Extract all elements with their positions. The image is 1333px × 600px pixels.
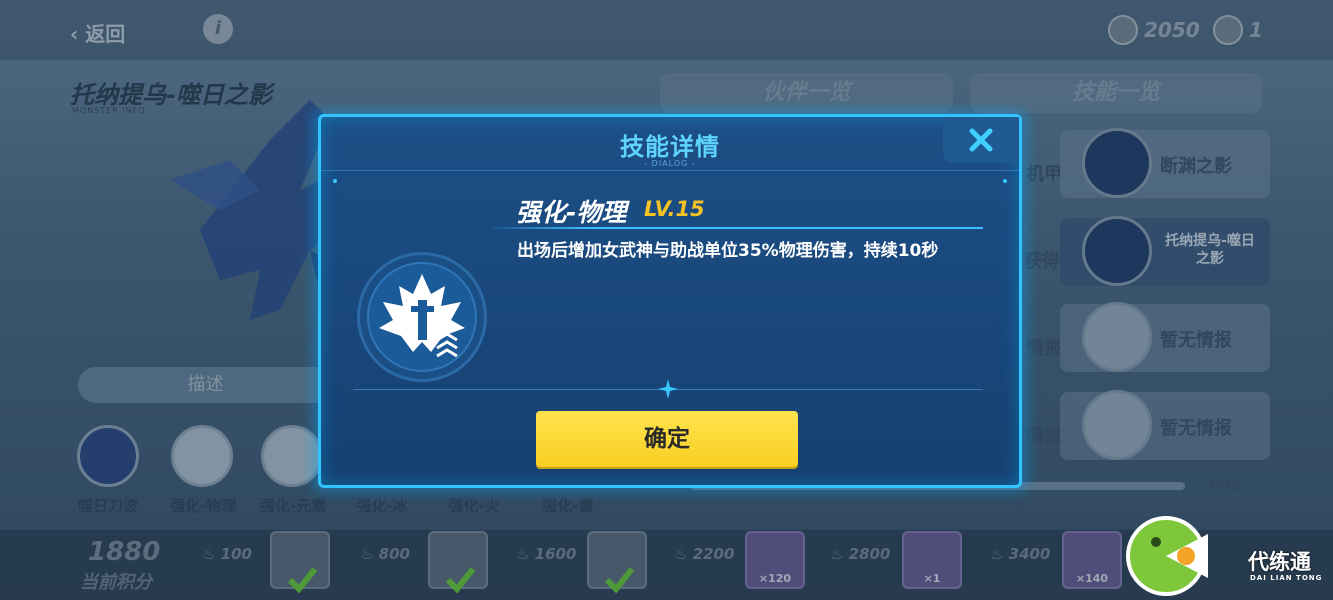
watermark-text: 代练通 DAI LIAN TONG xyxy=(1210,546,1325,590)
skill-description: 出场后增加女武神与助战单位35%物理伤害，持续10秒 xyxy=(517,241,939,261)
corner-dot xyxy=(1003,179,1007,183)
dialog-title: 技能详情 xyxy=(620,133,720,161)
sparkle-icon xyxy=(658,379,678,399)
sword-maple-leaf-icon xyxy=(379,274,465,358)
close-x-icon xyxy=(969,128,993,152)
close-button[interactable] xyxy=(943,117,1019,163)
watermark-logo-icon xyxy=(1126,516,1208,596)
confirm-button[interactable]: 确定 xyxy=(536,411,798,467)
skill-level: LV.15 xyxy=(644,197,705,221)
skill-name: 强化-物理 xyxy=(516,198,627,227)
watermark-cn: 代练通 xyxy=(1248,550,1311,574)
watermark-en: DAI LIAN TONG xyxy=(1250,574,1323,582)
dialog-subtitle: - DIALOG - xyxy=(644,159,696,168)
skill-detail-dialog: 技能详情 - DIALOG - 强化-物理 LV.15 出场后增加女武神与助战单… xyxy=(318,114,1022,488)
title-underline xyxy=(493,227,983,229)
corner-dot xyxy=(333,179,337,183)
